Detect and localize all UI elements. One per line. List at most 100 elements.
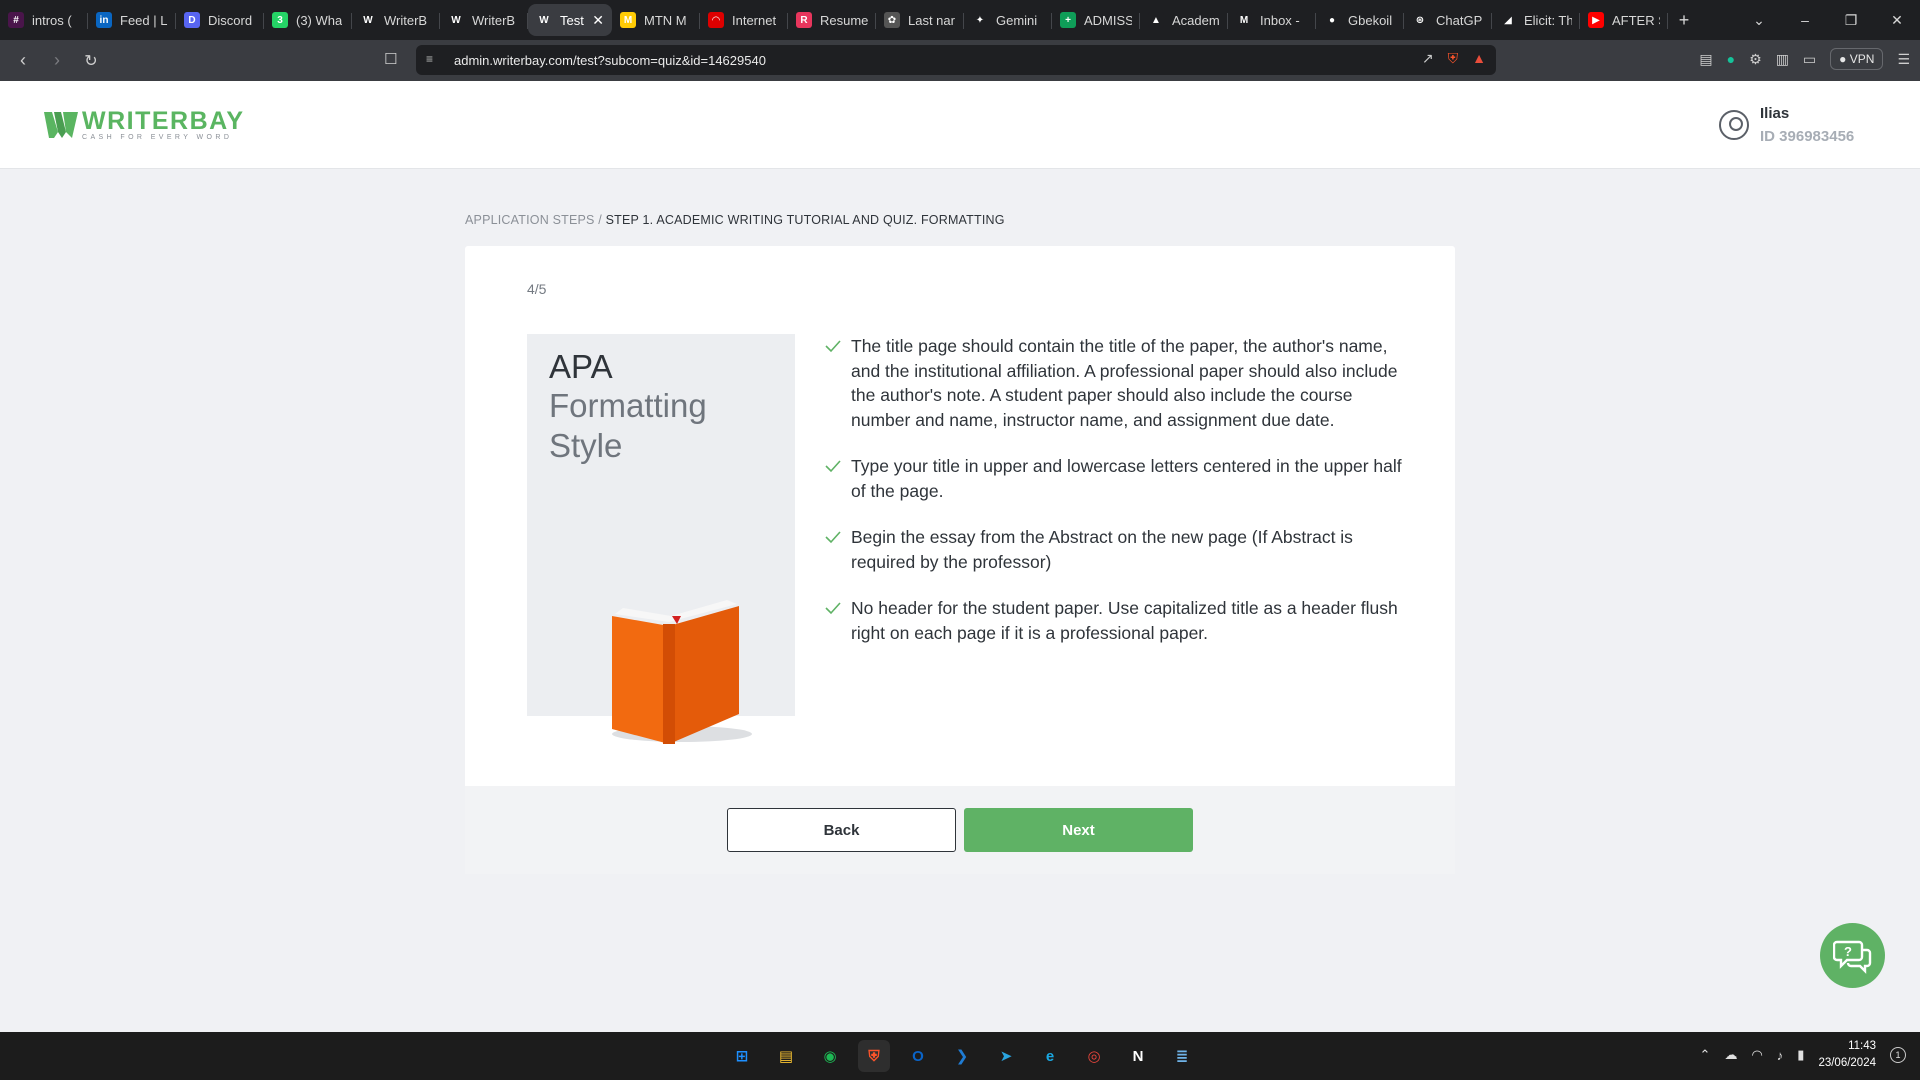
extensions-icon[interactable]: ⚙ (1749, 51, 1762, 68)
tab-favicon-icon: R (796, 12, 812, 28)
logo-mark-icon (44, 112, 78, 138)
notion-icon[interactable]: N (1122, 1040, 1154, 1072)
browser-tab[interactable]: 3 (3) Wha (264, 4, 352, 36)
telegram-icon[interactable]: ➤ (990, 1040, 1022, 1072)
url-text: admin.writerbay.com/test?subcom=quiz&id=… (454, 52, 766, 68)
vpn-button[interactable]: ● VPN (1830, 48, 1884, 70)
browser-tab[interactable]: M Inbox - (1228, 4, 1316, 36)
breadcrumb-current: STEP 1. ACADEMIC WRITING TUTORIAL AND QU… (605, 213, 1005, 227)
spotify-icon[interactable]: ◉ (814, 1040, 846, 1072)
new-tab-button[interactable]: + (1668, 10, 1700, 31)
tab-title: AFTER S (1612, 12, 1660, 28)
tab-title: Test (560, 12, 584, 28)
browser-tab[interactable]: W WriterB (440, 4, 528, 36)
user-avatar-icon (1719, 110, 1749, 140)
browser-tab[interactable]: W WriterB (352, 4, 440, 36)
browser-tab[interactable]: ● Gbekoil (1316, 4, 1404, 36)
brave-rewards-icon[interactable]: ▲ (1472, 50, 1486, 67)
check-icon (825, 340, 841, 353)
minimize-icon[interactable]: – (1782, 12, 1828, 28)
browser-tab[interactable]: W Test ✕ (528, 4, 612, 36)
file-explorer-icon[interactable]: ▤ (770, 1040, 802, 1072)
rule-item: The title page should contain the title … (825, 334, 1405, 432)
chrome-icon[interactable]: ◎ (1078, 1040, 1110, 1072)
browser-tab[interactable]: R Resume (788, 4, 876, 36)
tab-favicon-icon: M (1236, 12, 1252, 28)
brave-browser-icon[interactable]: ⛨ (858, 1040, 890, 1072)
extension-grammarly-icon[interactable]: ● (1727, 51, 1735, 67)
card-footer: Back Next (465, 786, 1455, 874)
tab-favicon-icon: in (96, 12, 112, 28)
browser-tab[interactable]: ◢ Elicit: Th (1492, 4, 1580, 36)
writerbay-logo[interactable]: WRITERBAY CASH FOR EVERY WORD (44, 109, 245, 141)
check-icon (825, 531, 841, 544)
browser-tab[interactable]: ✿ Last nar (876, 4, 964, 36)
quiz-card: 4/5 APA Formatting Style The title page … (465, 246, 1455, 874)
tab-title: intros ( (32, 12, 72, 28)
browser-tab[interactable]: ⊛ ChatGP (1404, 4, 1492, 36)
tab-search-icon[interactable]: ⌄ (1736, 12, 1782, 29)
tab-favicon-icon: W (360, 12, 376, 28)
browser-tab-strip: # intros (in Feed | Li D Discord 3 (3) Wha W Wri… (0, 0, 1920, 40)
site-settings-icon[interactable]: ≡ (426, 52, 433, 66)
browser-tab[interactable]: ◠ Internet (700, 4, 788, 36)
tab-favicon-icon: M (620, 12, 636, 28)
tab-favicon-icon: ● (1324, 12, 1340, 28)
tab-title: Resume (820, 12, 868, 28)
restore-icon[interactable]: ❐ (1828, 12, 1874, 29)
help-chat-button[interactable]: ? (1820, 923, 1885, 988)
clock-date: 23/06/2024 (1818, 1057, 1876, 1069)
wifi-icon[interactable]: ◠ (1751, 1047, 1762, 1063)
edge-icon[interactable]: e (1034, 1040, 1066, 1072)
brave-shields-icon[interactable]: ⛨ (1448, 50, 1459, 67)
browser-tab[interactable]: ▶ AFTER S (1580, 4, 1668, 36)
step-counter: 4/5 (527, 281, 547, 297)
tab-favicon-icon: W (448, 12, 464, 28)
sidebar-icon[interactable]: ▥ (1776, 51, 1789, 68)
tab-favicon-icon: ⊛ (1412, 12, 1428, 28)
tab-title: ChatGP (1436, 12, 1483, 28)
reload-icon[interactable]: ↻ (74, 51, 108, 71)
reader-mode-icon[interactable]: ▤ (1699, 51, 1712, 68)
browser-tab[interactable]: M MTN M (612, 4, 700, 36)
browser-tab[interactable]: ▲ Academ (1140, 4, 1228, 36)
brand-tagline: CASH FOR EVERY WORD (82, 134, 233, 141)
notification-badge[interactable]: 1 (1890, 1047, 1906, 1063)
browser-tab[interactable]: in Feed | Li (88, 4, 176, 36)
volume-icon[interactable]: ♪ (1777, 1048, 1784, 1063)
apa-illustration: APA Formatting Style (527, 334, 795, 744)
forward-nav-icon[interactable]: › (40, 50, 74, 71)
browser-tab[interactable]: + ADMISS (1052, 4, 1140, 36)
outlook-icon[interactable]: O (902, 1040, 934, 1072)
notepad-icon[interactable]: ≣ (1166, 1040, 1198, 1072)
tab-title: Gemini (996, 12, 1038, 28)
next-button[interactable]: Next (964, 808, 1193, 852)
close-window-icon[interactable]: ✕ (1874, 12, 1920, 29)
windows-taskbar: ⊞ ▤ ◉ ⛨ O ❯ ➤ e ◎ N ≣ ⌃ ☁ ◠ ♪ ▮ 11:43 23/06/2024 1 (0, 1032, 1920, 1080)
clock[interactable]: 11:43 23/06/2024 (1818, 1038, 1876, 1072)
vscode-icon[interactable]: ❯ (946, 1040, 978, 1072)
menu-icon[interactable]: ☰ (1897, 51, 1910, 68)
start-menu-icon[interactable]: ⊞ (726, 1040, 758, 1072)
breadcrumb-root[interactable]: APPLICATION STEPS (465, 213, 595, 227)
tab-title: Academ (1172, 12, 1220, 28)
tab-favicon-icon: # (8, 12, 24, 28)
bookmark-icon[interactable]: ☐ (384, 50, 397, 68)
user-profile[interactable]: Ilias ID 396983456 (1719, 105, 1854, 145)
back-nav-icon[interactable]: ‹ (6, 50, 40, 71)
browser-tab[interactable]: # intros ( (0, 4, 88, 36)
share-icon[interactable]: ↗ (1422, 50, 1434, 67)
rule-item: Type your title in upper and lowercase l… (825, 454, 1405, 503)
address-bar[interactable]: ≡ admin.writerbay.com/test?subcom=quiz&i… (416, 45, 1496, 75)
close-tab-icon[interactable]: ✕ (592, 12, 604, 29)
wallet-icon[interactable]: ▭ (1803, 51, 1816, 68)
brand-name: WRITERBAY (82, 107, 245, 135)
browser-tab[interactable]: D Discord (176, 4, 264, 36)
onedrive-icon[interactable]: ☁ (1724, 1047, 1737, 1063)
browser-tab[interactable]: ✦ Gemini (964, 4, 1052, 36)
battery-icon[interactable]: ▮ (1797, 1047, 1804, 1063)
back-button[interactable]: Back (727, 808, 956, 852)
tab-title: Internet (732, 12, 777, 28)
tray-overflow-icon[interactable]: ⌃ (1700, 1047, 1711, 1063)
tab-favicon-icon: ▶ (1588, 12, 1604, 28)
